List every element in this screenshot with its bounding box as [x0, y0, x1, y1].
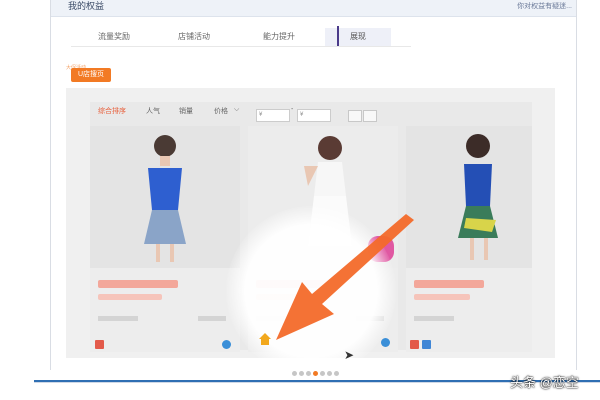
product-image[interactable] [90, 126, 240, 268]
help-link[interactable]: 你对权益有疑迷... [517, 1, 572, 11]
tab-store-activity[interactable]: 店铺活动 [161, 28, 227, 46]
tab-traffic-reward[interactable]: 流量奖励 [81, 28, 147, 46]
tab-exhibit[interactable]: 展现 [325, 28, 391, 46]
price-bar [98, 280, 178, 288]
dress-figure-icon [144, 135, 186, 262]
arrow-pointer-icon [276, 214, 414, 340]
title-bar [98, 294, 162, 300]
pager-dot[interactable] [292, 371, 297, 376]
active-tab-marker [337, 26, 339, 46]
pager-dot[interactable] [334, 371, 339, 376]
list-view-icon[interactable] [363, 110, 377, 122]
price-min-input[interactable]: ¥ [256, 109, 290, 122]
tab-underline [71, 46, 411, 47]
price-max-input[interactable]: ¥ [297, 109, 331, 122]
sales-meta [98, 316, 138, 321]
header-bar: 我的权益 你对权益有疑迷... [51, 0, 576, 17]
shop-meta [198, 316, 226, 321]
pager-dot[interactable] [299, 371, 304, 376]
sort-popularity[interactable]: 人气 [146, 106, 160, 116]
tab-bar: 流量奖励 店铺活动 能力提升 展现 [71, 28, 411, 46]
chevron-down-icon: ⌵ [234, 106, 240, 113]
pager-dot[interactable] [327, 371, 332, 376]
page-title: 我的权益 [68, 1, 105, 11]
sort-bar: 综合排序 人气 销量 价格 ⌵ ¥ - ¥ [90, 102, 532, 140]
pager-dots[interactable] [292, 363, 341, 381]
mouse-cursor-icon: ➤ [344, 348, 355, 362]
wangwang-chat-icon[interactable] [222, 340, 231, 349]
tmall-badge-icon [95, 340, 104, 349]
view-toggle[interactable] [348, 109, 392, 140]
pager-dot-active[interactable] [313, 371, 318, 376]
product-card[interactable] [90, 126, 240, 352]
grid-view-icon[interactable] [348, 110, 362, 122]
sort-composite[interactable]: 综合排序 [98, 106, 126, 116]
sort-sales[interactable]: 销量 [179, 106, 193, 116]
tab-ability[interactable]: 能力提升 [246, 28, 312, 46]
watermark-text: 头条 @恋空 [510, 375, 579, 390]
pager-dot[interactable] [320, 371, 325, 376]
sort-price[interactable]: 价格 [214, 106, 228, 116]
pager-dot[interactable] [306, 371, 311, 376]
ustore-search-button[interactable]: U店搜页 [71, 68, 111, 82]
price-range-dash: - [291, 106, 294, 113]
